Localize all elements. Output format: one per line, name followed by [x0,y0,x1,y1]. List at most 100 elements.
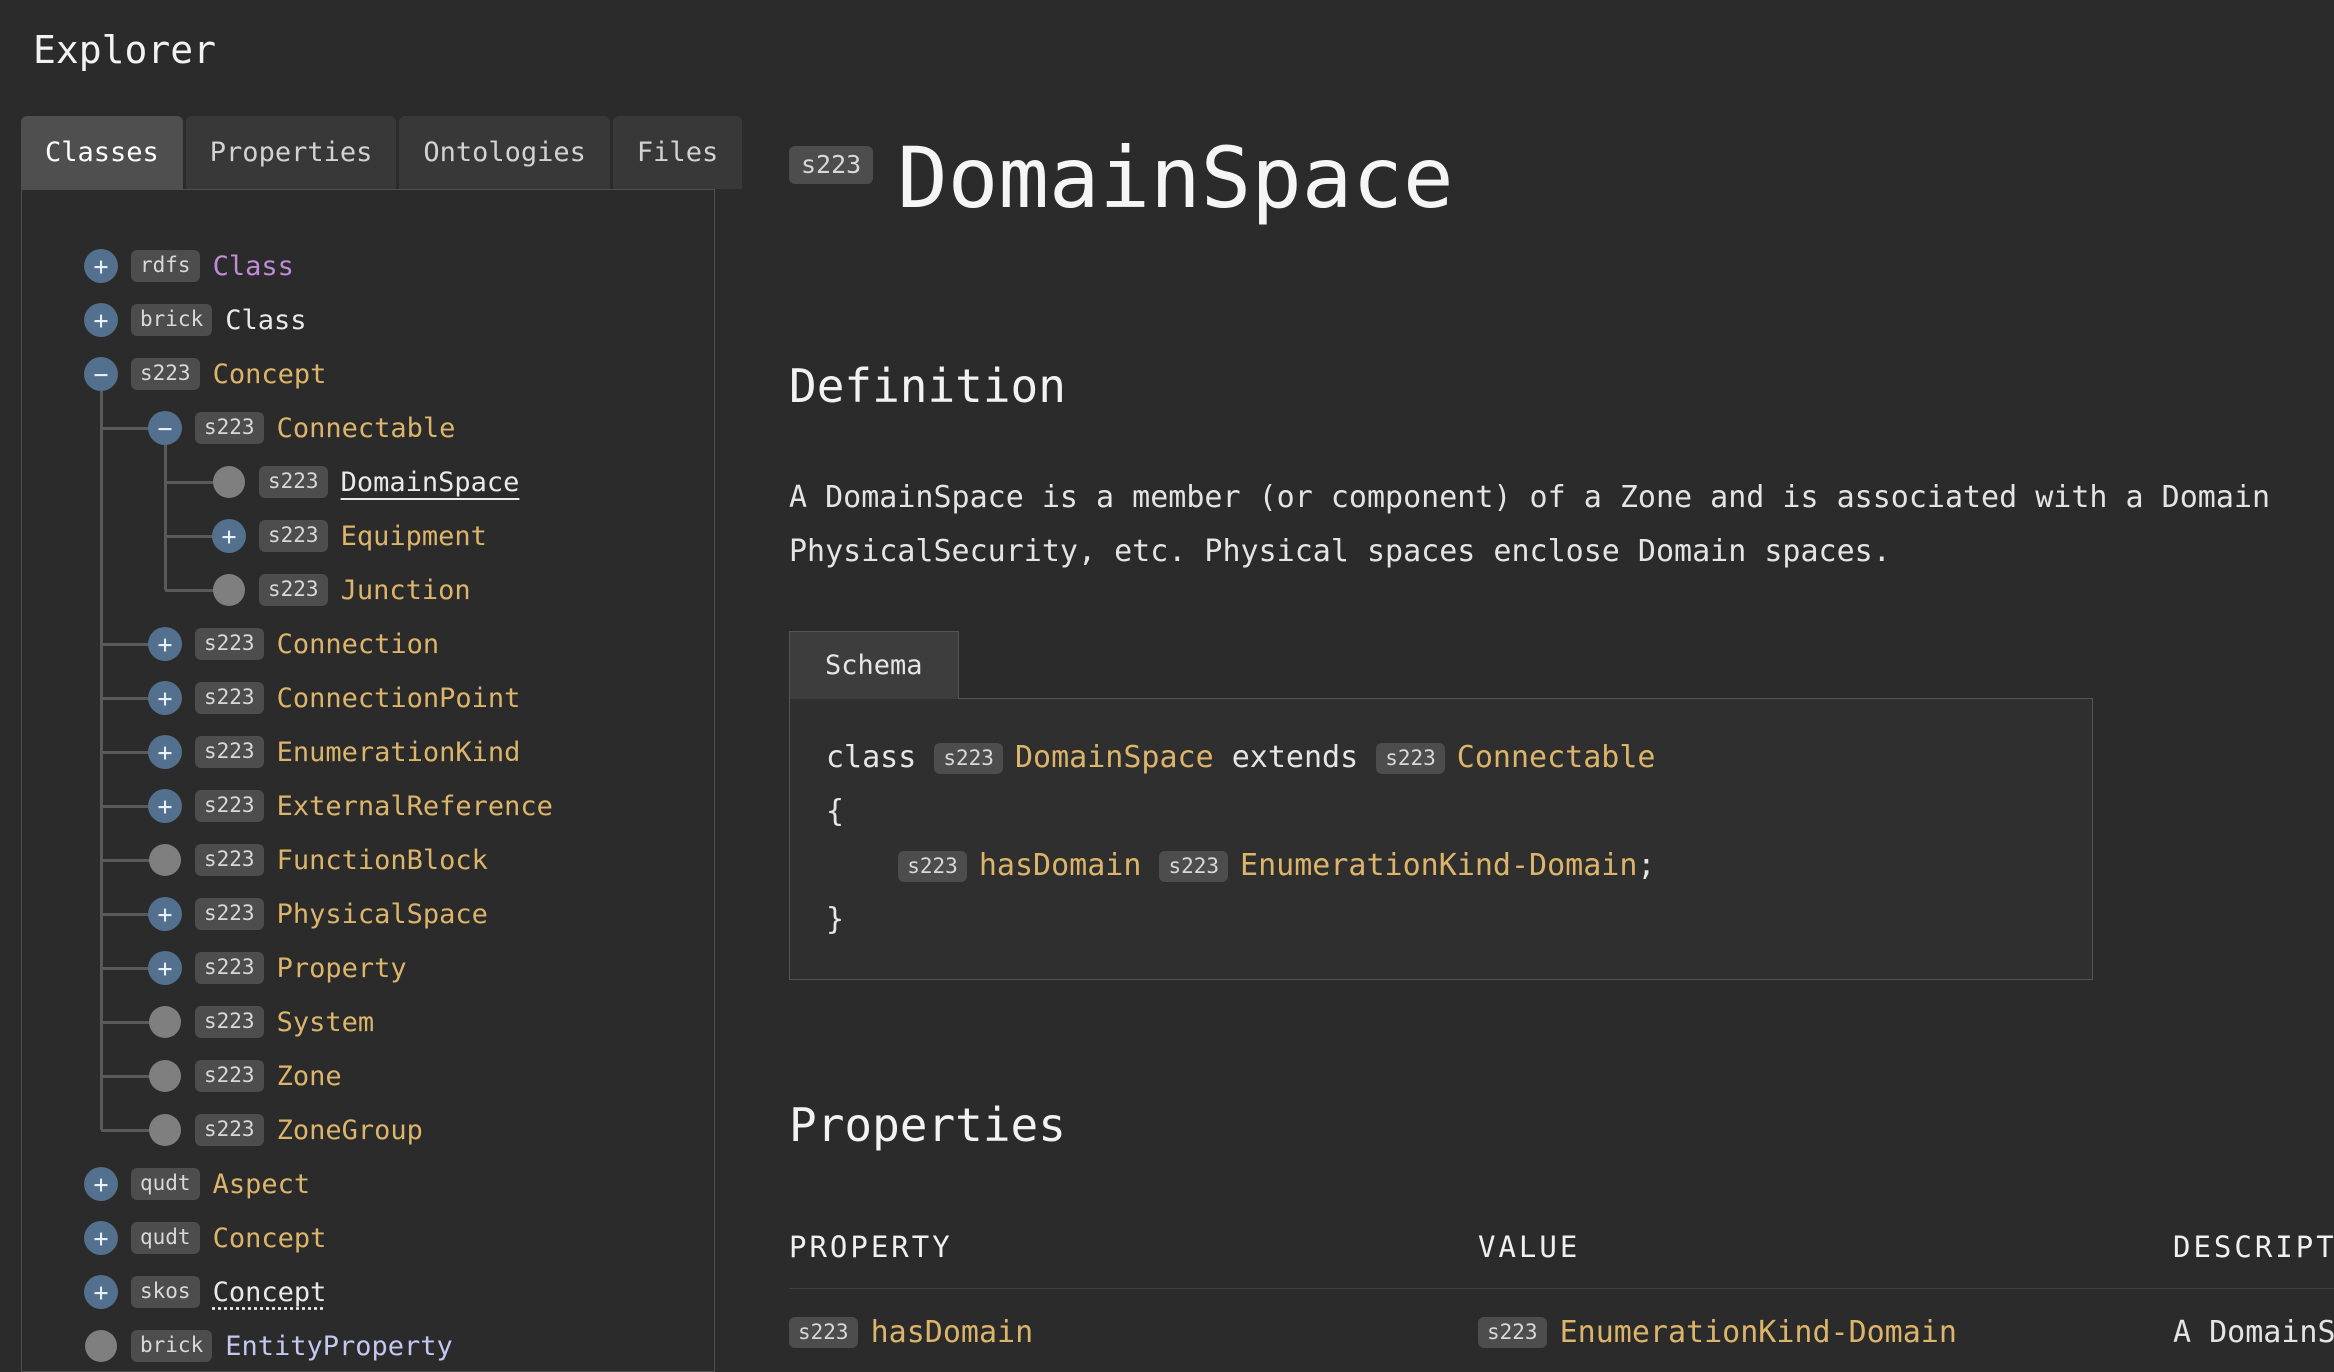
sidebar-tabs: ClassesPropertiesOntologiesFiles [21,116,715,189]
prefix-badge: s223 [195,898,264,929]
prefix-badge: s223 [1478,1317,1547,1348]
properties-table-body: s223hasDomains223EnumerationKind-DomainA… [789,1315,2334,1350]
tree-row: s223 System [148,995,374,1049]
tree-item-label[interactable]: Class [213,251,294,282]
tree-row: s223 Zone [148,1049,342,1103]
main-content: s223 DomainSpace Definition A DomainSpac… [789,130,2334,1350]
code-class-link[interactable]: DomainSpace [1015,740,1214,775]
code-text [1141,848,1159,883]
prefix-badge: s223 [195,412,264,443]
table-row: s223hasDomains223EnumerationKind-DomainA… [789,1315,2334,1350]
tree-item-label[interactable]: ConnectionPoint [277,683,521,714]
class-tree: +rdfsClass+brickClass−s223Concept−s223Co… [21,189,715,1372]
tree-item-label[interactable]: System [277,1007,375,1038]
tree-row: + brick Class [84,293,307,347]
tree-item-label[interactable]: EnumerationKind [277,737,521,768]
cell-link[interactable]: EnumerationKind-Domain [1560,1315,1957,1350]
prefix-badge: s223 [195,1060,264,1091]
prefix-badge: s223 [195,736,264,767]
prefix-badge: brick [131,1330,212,1361]
tree-item-label[interactable]: Property [277,953,407,984]
code-text: ; [1637,848,1655,883]
expand-toggle-icon[interactable]: + [148,681,182,715]
leaf-icon [213,574,245,606]
tree-item-label[interactable]: Junction [341,575,471,606]
expand-toggle-icon[interactable]: + [148,627,182,661]
tab-files[interactable]: Files [613,116,742,189]
column-header-description: DESCRIPTION [2173,1230,2334,1264]
sidebar: ClassesPropertiesOntologiesFiles + rdfs Cl… [21,116,715,1372]
tree-item-label[interactable]: Aspect [213,1169,311,1200]
tree-row: + qudt Aspect [84,1157,310,1211]
tree-row: s223DomainSpace [212,455,519,509]
code-class-link[interactable]: EnumerationKind-Domain [1240,848,1637,883]
properties-table-header: PROPERTYVALUEDESCRIPTION [789,1230,2334,1289]
column-header-value: VALUE [1478,1230,2173,1264]
expand-toggle-icon[interactable]: + [84,303,118,337]
prefix-badge: s223 [195,790,264,821]
prefix-badge: s223 [789,146,873,184]
leaf-icon [149,1060,181,1092]
prefix-badge: s223 [1376,743,1445,774]
tree-row: + s223 PhysicalSpace [148,887,488,941]
tree-item-label[interactable]: PhysicalSpace [277,899,488,930]
expand-toggle-icon[interactable]: + [84,1221,118,1255]
prefix-badge: s223 [195,1114,264,1145]
expand-toggle-icon[interactable]: + [84,1167,118,1201]
tree-item-label[interactable]: Concept [213,359,327,390]
tree-connector [100,391,103,1130]
page-title: Explorer [33,28,216,72]
tree-row: + skos Concept [84,1265,326,1319]
collapse-toggle-icon[interactable]: − [84,357,118,391]
prefix-badge: brick [131,304,212,335]
expand-toggle-icon[interactable]: + [148,897,182,931]
tree-item-label[interactable]: Equipment [341,521,487,552]
code-text [826,848,898,883]
prefix-badge: s223 [131,358,200,389]
tree-item-label[interactable]: EntityProperty [225,1331,453,1362]
expand-toggle-icon[interactable]: + [148,951,182,985]
section-heading-definition: Definition [789,359,2334,413]
leaf-icon [213,466,245,498]
tree-item-label[interactable]: FunctionBlock [277,845,488,876]
code-line: } [826,893,2062,947]
code-class-link[interactable]: Connectable [1457,740,1656,775]
prefix-badge: qudt [131,1168,200,1199]
prefix-badge: rdfs [131,250,200,281]
code-text: } [826,902,844,937]
prefix-badge: s223 [1159,851,1228,882]
expand-toggle-icon[interactable]: + [148,735,182,769]
expand-toggle-icon[interactable]: + [84,1275,118,1309]
tree-item-label[interactable]: Connection [277,629,440,660]
tab-ontologies[interactable]: Ontologies [399,116,610,189]
tree-item-label[interactable]: Class [225,305,306,336]
prefix-badge: s223 [195,1006,264,1037]
code-line: s223hasDomain s223EnumerationKind-Domain… [826,839,2062,893]
description-cell: A DomainSpace [2173,1315,2334,1350]
expand-toggle-icon[interactable]: + [212,519,246,553]
tree-item-label[interactable]: Connectable [277,413,456,444]
code-line: class s223DomainSpace extends s223Connec… [826,731,2062,785]
code-line: { [826,785,2062,839]
tree-item-label[interactable]: Concept [213,1277,327,1308]
cell-link[interactable]: hasDomain [871,1315,1034,1350]
tree-item-label[interactable]: ZoneGroup [277,1115,423,1146]
schema-tab[interactable]: Schema [789,631,959,699]
tab-properties[interactable]: Properties [186,116,397,189]
prefix-badge: s223 [195,844,264,875]
code-class-link[interactable]: hasDomain [979,848,1142,883]
prefix-badge: skos [131,1276,200,1307]
expand-toggle-icon[interactable]: + [84,249,118,283]
tree-item-label[interactable]: DomainSpace [341,467,520,498]
tab-classes[interactable]: Classes [21,116,183,189]
expand-toggle-icon[interactable]: + [148,789,182,823]
prefix-badge: s223 [259,520,328,551]
prefix-badge: s223 [195,682,264,713]
tree-item-label[interactable]: Zone [277,1061,342,1092]
tree-row: s223 ZoneGroup [148,1103,423,1157]
tree-item-label[interactable]: Concept [213,1223,327,1254]
definition-line: A DomainSpace is a member (or component)… [789,471,2334,525]
properties-table: PROPERTYVALUEDESCRIPTION s223hasDomains2… [789,1230,2334,1350]
collapse-toggle-icon[interactable]: − [148,411,182,445]
tree-item-label[interactable]: ExternalReference [277,791,553,822]
